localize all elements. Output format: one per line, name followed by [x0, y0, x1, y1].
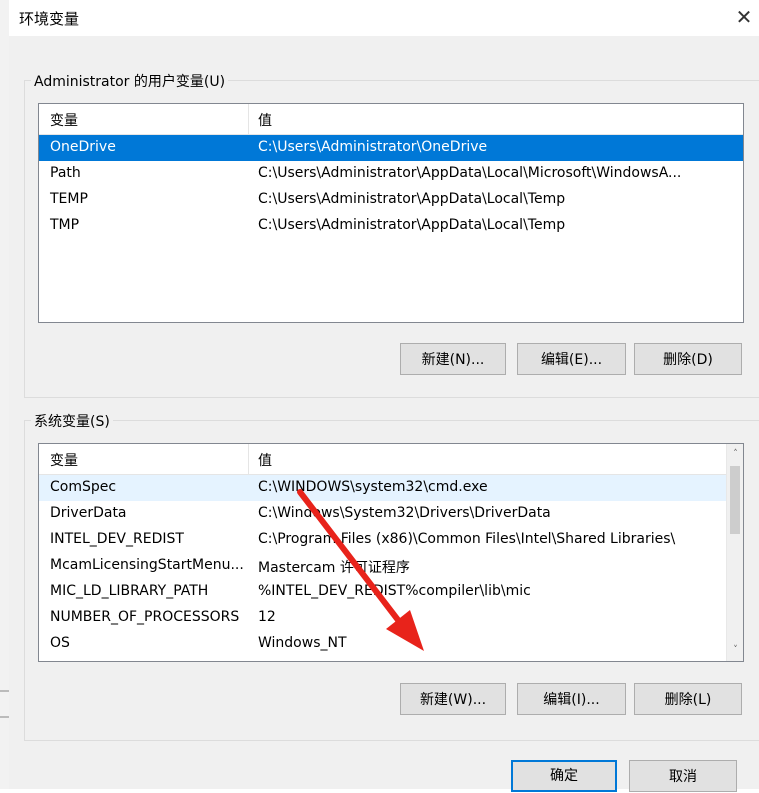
variable-name-cell: NUMBER_OF_PROCESSORS: [50, 609, 240, 625]
variable-value-cell: Mastercam 许可证程序: [258, 560, 410, 576]
variable-name-cell: TMP: [50, 217, 80, 233]
variable-value-cell: C:\Users\Administrator\OneDrive: [258, 139, 488, 155]
table-row[interactable]: INTEL_DEV_REDIST C:\Program Files (x86)\C…: [39, 527, 743, 553]
system-variables-rows: ComSpec C:\WINDOWS\system32\cmd.exe Driver…: [39, 475, 743, 657]
table-row[interactable]: McamLicensingStartMenu... Mastercam 许可证程序: [39, 553, 743, 579]
variable-name-cell: TEMP: [50, 191, 88, 207]
user-variables-label: Administrator 的用户变量(U): [31, 71, 229, 91]
column-divider[interactable]: [248, 104, 249, 134]
window-title: 环境变量: [19, 10, 80, 28]
scroll-up-arrow-icon[interactable]: ˄: [727, 446, 743, 463]
column-header-variable[interactable]: 变量: [50, 450, 78, 470]
table-row[interactable]: Path C:\Users\Administrator\AppData\Local…: [39, 161, 743, 187]
scrollbar-thumb[interactable]: [730, 466, 740, 534]
table-row[interactable]: ComSpec C:\WINDOWS\system32\cmd.exe: [39, 475, 743, 501]
variable-value-cell: %INTEL_DEV_REDIST%compiler\lib\mic: [258, 583, 531, 599]
variable-name-cell: OneDrive: [50, 139, 116, 155]
variable-name-cell: Path: [50, 165, 81, 181]
table-row[interactable]: OneDrive C:\Users\Administrator\OneDrive: [39, 135, 743, 161]
column-divider[interactable]: [248, 444, 249, 474]
table-row[interactable]: TEMP C:\Users\Administrator\AppData\Local…: [39, 187, 743, 213]
list-header: 变量 值: [39, 444, 743, 475]
user-edit-button[interactable]: 编辑(E)...: [517, 343, 626, 375]
background-window-mark: [0, 690, 9, 692]
variable-value-cell: C:\Users\Administrator\AppData\Local\Mic…: [258, 165, 682, 181]
variable-value-cell: Windows_NT: [258, 635, 347, 651]
table-row[interactable]: TMP C:\Users\Administrator\AppData\Local\…: [39, 213, 743, 239]
table-row[interactable]: OS Windows_NT: [39, 631, 743, 657]
table-row[interactable]: NUMBER_OF_PROCESSORS 12: [39, 605, 743, 631]
variable-name-cell: ComSpec: [50, 479, 117, 495]
ok-button[interactable]: 确定: [511, 760, 617, 792]
table-row[interactable]: DriverData C:\Windows\System32\Drivers\Dr…: [39, 501, 743, 527]
system-new-button[interactable]: 新建(W)...: [400, 683, 506, 715]
user-variables-list[interactable]: 变量 值 OneDrive C:\Users\Administrator\OneD…: [38, 103, 744, 323]
column-header-variable[interactable]: 变量: [50, 110, 78, 130]
user-new-button[interactable]: 新建(N)...: [400, 343, 506, 375]
column-header-value[interactable]: 值: [258, 110, 272, 130]
system-variables-label: 系统变量(S): [31, 411, 113, 431]
list-header: 变量 值: [39, 104, 743, 135]
variable-value-cell: C:\Users\Administrator\AppData\Local\Tem…: [258, 217, 566, 233]
scroll-down-arrow-icon[interactable]: ˅: [727, 642, 743, 659]
table-row[interactable]: MIC_LD_LIBRARY_PATH %INTEL_DEV_REDIST%com…: [39, 579, 743, 605]
cancel-button[interactable]: 取消: [629, 760, 737, 792]
variable-value-cell: C:\Program Files (x86)\Common Files\Inte…: [258, 531, 676, 547]
system-variables-list[interactable]: 变量 值 ComSpec C:\WINDOWS\system32\cmd.exe D…: [38, 443, 744, 662]
variable-name-cell: MIC_LD_LIBRARY_PATH: [50, 583, 209, 599]
vertical-scrollbar[interactable]: ˄ ˅: [726, 444, 743, 661]
variable-name-cell: McamLicensingStartMenu...: [50, 557, 244, 573]
variable-value-cell: C:\WINDOWS\system32\cmd.exe: [258, 479, 488, 495]
background-window-mark: [0, 716, 9, 718]
title-bar: 环境变量 ✕: [9, 0, 759, 36]
system-edit-button[interactable]: 编辑(I)...: [517, 683, 626, 715]
variable-value-cell: 12: [258, 609, 276, 625]
variable-name-cell: OS: [50, 635, 70, 651]
column-header-value[interactable]: 值: [258, 450, 272, 470]
variable-name-cell: INTEL_DEV_REDIST: [50, 531, 184, 547]
variable-name-cell: DriverData: [50, 505, 127, 521]
user-variables-rows: OneDrive C:\Users\Administrator\OneDrive P…: [39, 135, 743, 239]
variable-value-cell: C:\Windows\System32\Drivers\DriverData: [258, 505, 551, 521]
user-delete-button[interactable]: 删除(D): [634, 343, 742, 375]
environment-variables-dialog: 环境变量 ✕ Administrator 的用户变量(U) 变量 值 OneDr…: [9, 0, 759, 792]
close-icon[interactable]: ✕: [731, 4, 757, 30]
system-delete-button[interactable]: 删除(L): [634, 683, 742, 715]
variable-value-cell: C:\Users\Administrator\AppData\Local\Tem…: [258, 191, 566, 207]
